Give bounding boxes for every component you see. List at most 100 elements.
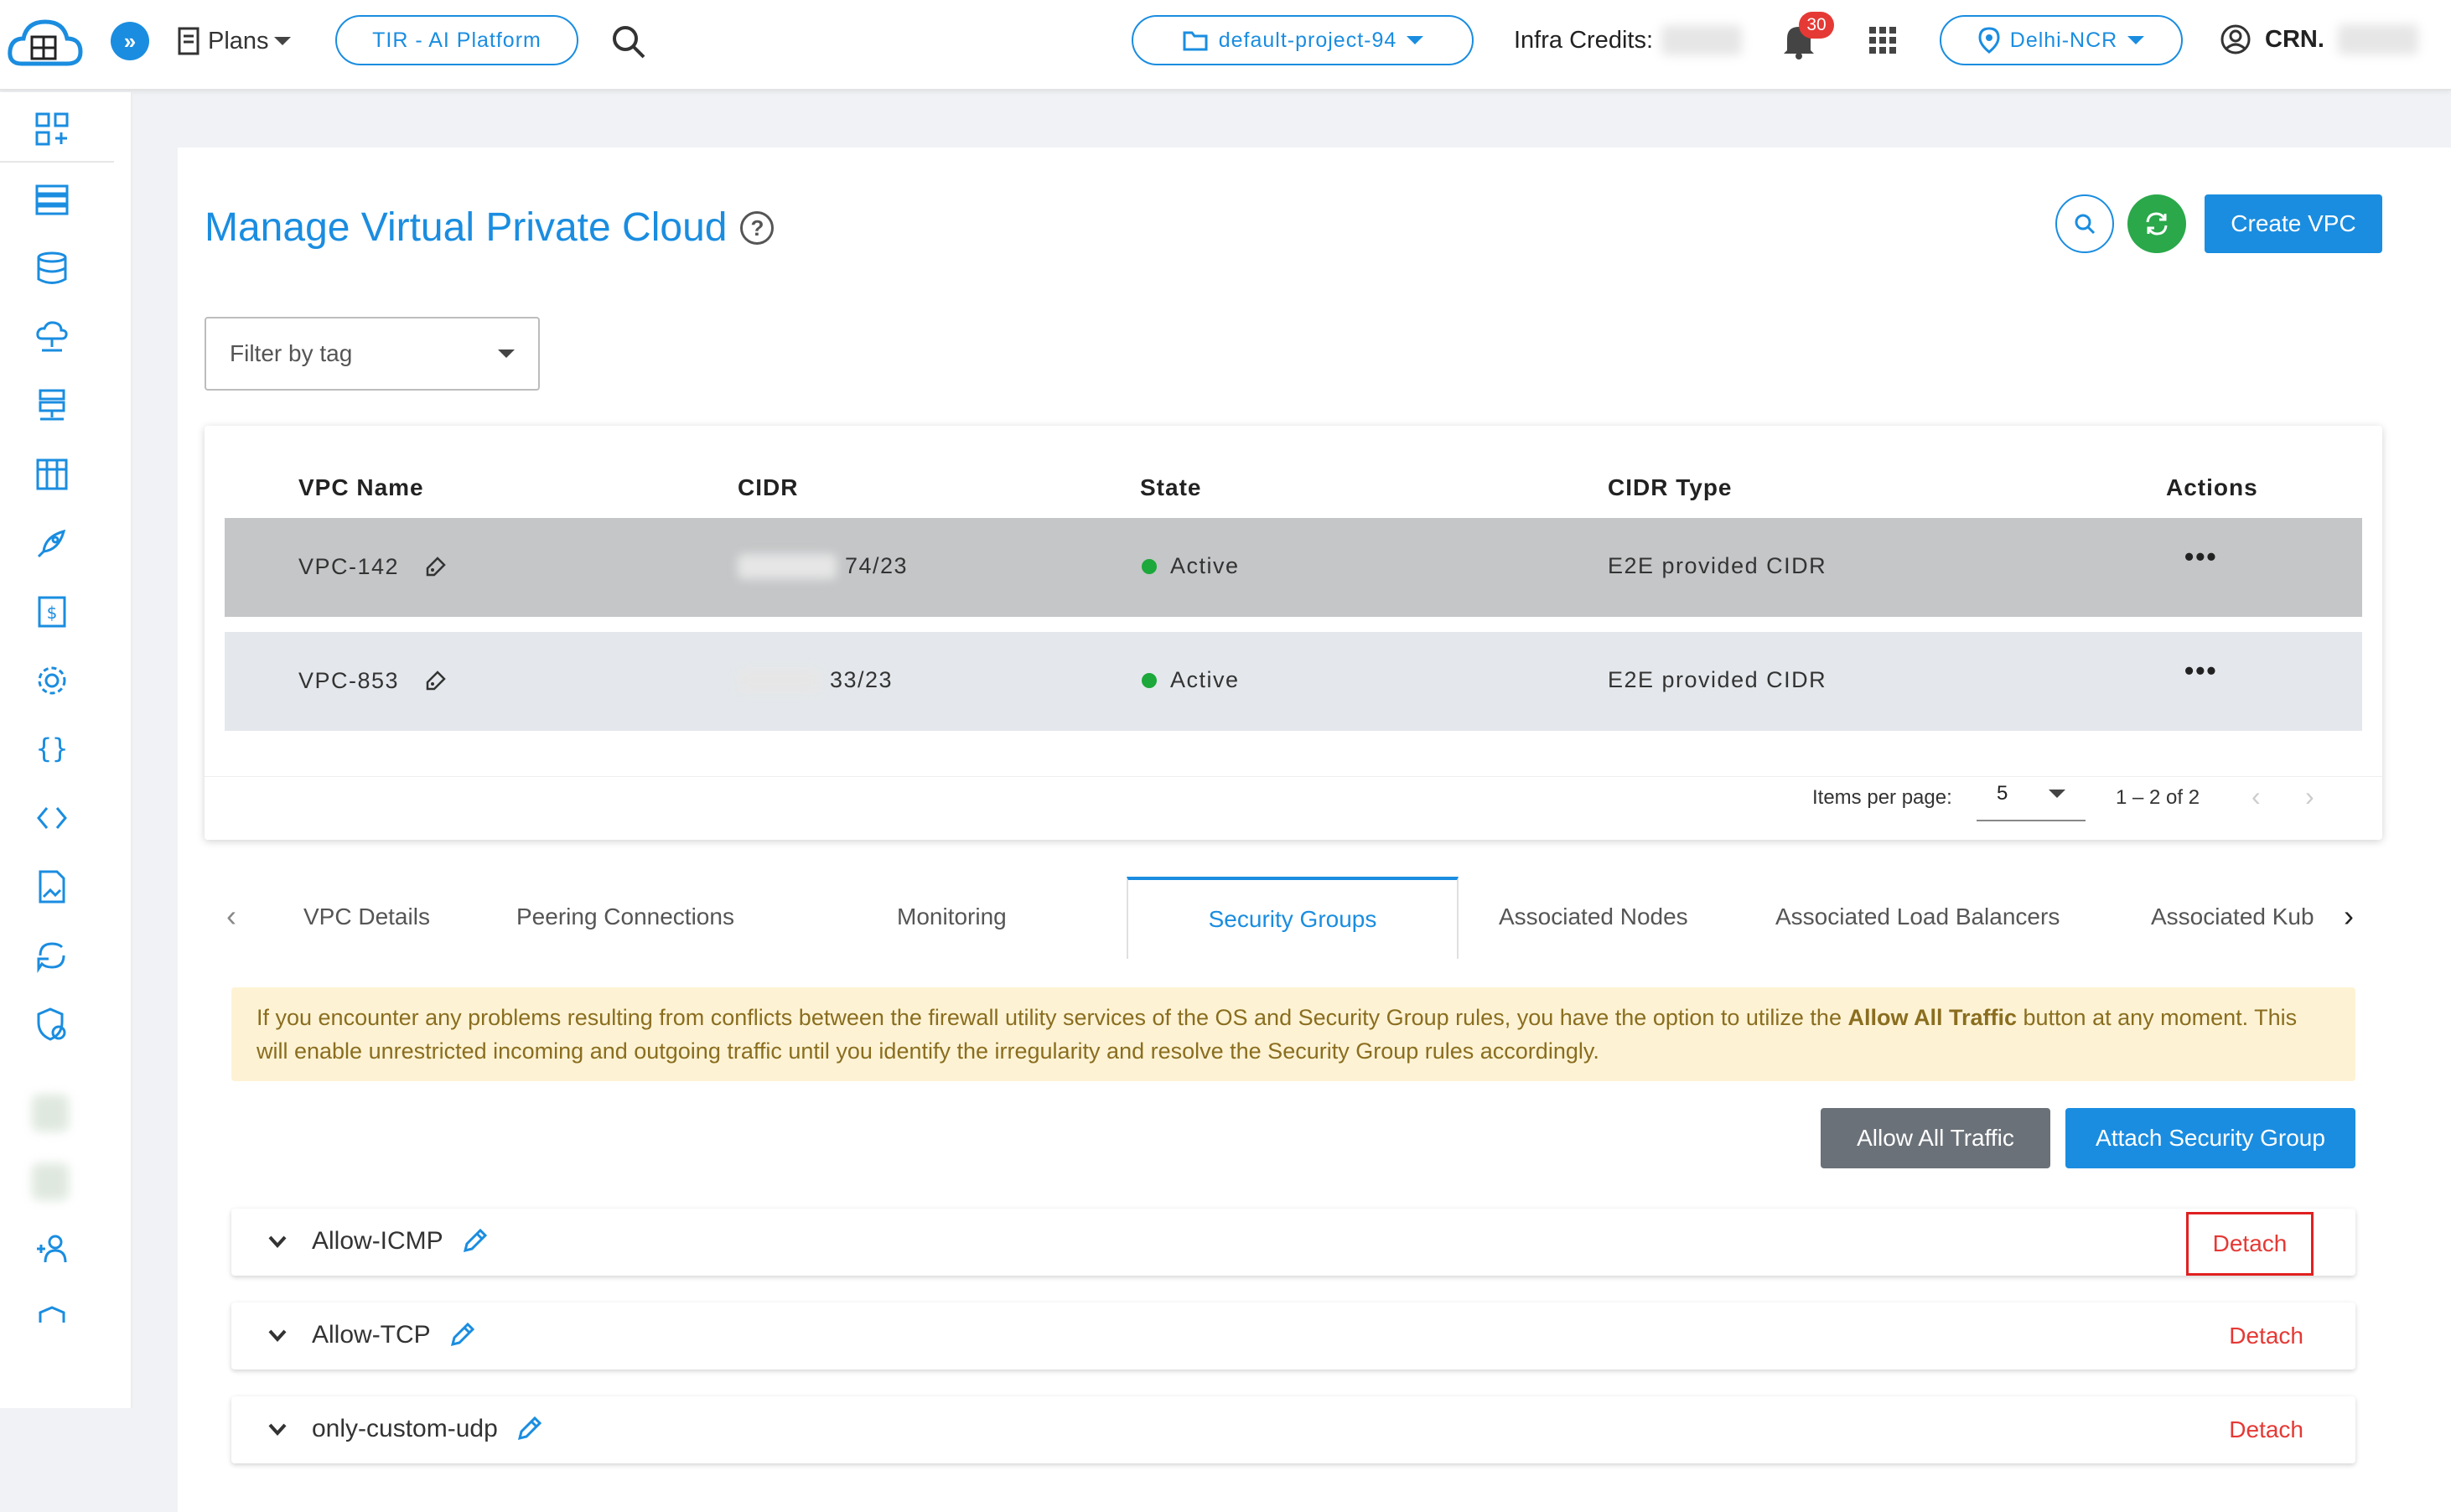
tab-associated-nodes[interactable]: Associated Nodes bbox=[1499, 904, 1688, 930]
tab-peering-connections[interactable]: Peering Connections bbox=[516, 904, 734, 930]
more-actions-icon[interactable]: ••• bbox=[2184, 655, 2218, 686]
expand-sidebar-button[interactable]: » bbox=[111, 22, 149, 60]
security-group-row[interactable]: Allow-ICMP Detach bbox=[231, 1209, 2355, 1276]
svg-text:{}: {} bbox=[36, 733, 69, 764]
tab-monitoring[interactable]: Monitoring bbox=[897, 904, 1007, 930]
vpc-name-cell: VPC-853 bbox=[298, 667, 449, 694]
security-group-name: Allow-TCP bbox=[312, 1321, 431, 1349]
warning-bold-text: Allow All Traffic bbox=[1847, 1005, 2017, 1030]
caret-down-icon bbox=[498, 350, 515, 358]
tab-associated-kubernetes[interactable]: Associated Kub bbox=[2151, 904, 2324, 930]
tab-security-groups[interactable]: Security Groups bbox=[1127, 877, 1459, 959]
dashboard-add-icon[interactable] bbox=[32, 109, 72, 149]
database-icon[interactable] bbox=[32, 248, 72, 288]
pencil-edit-icon[interactable] bbox=[515, 1415, 543, 1443]
infra-credits: Infra Credits: bbox=[1514, 25, 1742, 55]
curly-braces-icon[interactable]: {} bbox=[32, 729, 72, 769]
refresh-icon bbox=[2146, 212, 2168, 236]
detach-button[interactable]: Detach bbox=[2220, 1413, 2312, 1447]
apps-grid-icon[interactable] bbox=[1868, 25, 1898, 55]
crn-label: CRN. bbox=[2265, 25, 2324, 53]
e2e-cloud-logo[interactable] bbox=[5, 12, 84, 77]
project-label: default-project-94 bbox=[1218, 28, 1397, 52]
search-icon bbox=[2075, 214, 2096, 235]
chevron-down-icon[interactable] bbox=[265, 1323, 290, 1348]
chat-refresh-icon[interactable] bbox=[32, 935, 72, 976]
document-icon bbox=[178, 27, 200, 55]
project-selector[interactable]: default-project-94 bbox=[1132, 15, 1474, 65]
table-row[interactable]: VPC-853 33/23 Active E2E provided CIDR •… bbox=[225, 632, 2362, 731]
previous-page-icon[interactable]: ‹ bbox=[2252, 781, 2261, 812]
create-vpc-button[interactable]: Create VPC bbox=[2205, 194, 2382, 253]
search-button[interactable] bbox=[2055, 194, 2114, 253]
tag-edit-icon[interactable] bbox=[422, 667, 449, 694]
state-text: Active bbox=[1170, 553, 1240, 578]
svg-text:$: $ bbox=[47, 603, 58, 623]
vpc-name: VPC-853 bbox=[298, 667, 400, 693]
pencil-edit-icon[interactable] bbox=[448, 1321, 476, 1349]
chevron-down-icon[interactable] bbox=[265, 1229, 290, 1254]
page-title: Manage Virtual Private Cloud ? bbox=[205, 205, 775, 251]
plans-label: Plans bbox=[208, 27, 269, 54]
allow-all-traffic-button[interactable]: Allow All Traffic bbox=[1821, 1108, 2050, 1168]
more-actions-icon[interactable]: ••• bbox=[2184, 541, 2218, 572]
items-per-page-select[interactable]: 5 bbox=[1977, 768, 2086, 821]
tabs-scroll-right-icon[interactable]: › bbox=[2344, 898, 2354, 934]
add-user-icon[interactable] bbox=[32, 1229, 72, 1269]
file-image-icon[interactable] bbox=[32, 867, 72, 907]
tag-edit-icon[interactable] bbox=[422, 553, 449, 580]
help-icon[interactable]: ? bbox=[740, 210, 775, 245]
caret-down-icon bbox=[273, 37, 291, 45]
region-selector[interactable]: Delhi-NCR bbox=[1940, 15, 2183, 65]
column-header-state[interactable]: State bbox=[1140, 474, 1201, 501]
search-icon[interactable] bbox=[610, 23, 647, 60]
servers-icon[interactable] bbox=[32, 179, 72, 220]
column-header-vpc-name[interactable]: VPC Name bbox=[298, 474, 424, 501]
state-cell: Active bbox=[1142, 553, 1240, 579]
attach-security-group-button[interactable]: Attach Security Group bbox=[2065, 1108, 2355, 1168]
plans-menu[interactable]: Plans bbox=[174, 22, 291, 60]
security-group-name: Allow-ICMP bbox=[312, 1227, 443, 1255]
cidr-suffix: 33/23 bbox=[830, 667, 894, 692]
billing-icon[interactable]: $ bbox=[32, 592, 72, 632]
column-header-cidr[interactable]: CIDR bbox=[738, 474, 798, 501]
caret-down-icon bbox=[1407, 36, 1424, 44]
redacted-icon bbox=[32, 1095, 69, 1131]
code-icon[interactable] bbox=[32, 798, 72, 838]
chevron-down-icon[interactable] bbox=[265, 1416, 290, 1442]
items-per-page-label: Items per page: bbox=[1812, 786, 1952, 809]
refresh-button[interactable] bbox=[2127, 194, 2186, 253]
tir-label: TIR - AI Platform bbox=[372, 28, 542, 52]
rocket-icon[interactable] bbox=[32, 523, 72, 563]
detach-button[interactable]: Detach bbox=[2186, 1212, 2314, 1276]
server-network-icon[interactable] bbox=[32, 386, 72, 426]
region-label: Delhi-NCR bbox=[2009, 28, 2118, 52]
security-settings-icon[interactable] bbox=[32, 1004, 72, 1044]
detach-button[interactable]: Detach bbox=[2220, 1319, 2312, 1353]
warning-text-before: If you encounter any problems resulting … bbox=[256, 1005, 1848, 1030]
account-menu[interactable]: CRN. bbox=[2220, 23, 2418, 55]
gear-icon[interactable] bbox=[32, 660, 72, 701]
tabs-scroll-left-icon[interactable]: ‹ bbox=[226, 898, 236, 934]
security-group-row[interactable]: only-custom-udp Detach bbox=[231, 1396, 2355, 1463]
cloud-network-icon[interactable] bbox=[32, 317, 72, 357]
crn-value-redacted bbox=[2337, 24, 2418, 54]
tab-associated-load-balancers[interactable]: Associated Load Balancers bbox=[1775, 904, 2060, 930]
tab-vpc-details[interactable]: VPC Details bbox=[303, 904, 430, 930]
top-bar: » Plans TIR - AI Platform default-projec… bbox=[0, 0, 2451, 91]
security-group-name: only-custom-udp bbox=[312, 1415, 498, 1442]
grid-table-icon[interactable] bbox=[32, 454, 72, 495]
filter-by-tag-select[interactable]: Filter by tag bbox=[205, 317, 540, 391]
next-page-icon[interactable]: › bbox=[2305, 781, 2314, 812]
security-group-row[interactable]: Allow-TCP Detach bbox=[231, 1302, 2355, 1370]
column-header-cidr-type[interactable]: CIDR Type bbox=[1608, 474, 1733, 501]
tir-platform-button[interactable]: TIR - AI Platform bbox=[335, 15, 578, 65]
shield-icon[interactable] bbox=[32, 1294, 72, 1334]
location-pin-icon bbox=[1978, 27, 2000, 54]
vpc-name: VPC-142 bbox=[298, 553, 400, 579]
table-row[interactable]: VPC-142 74/23 Active E2E provided CIDR •… bbox=[225, 518, 2362, 617]
security-group-name-cell: only-custom-udp bbox=[312, 1415, 543, 1443]
sidebar-divider bbox=[0, 161, 114, 163]
pencil-edit-icon[interactable] bbox=[460, 1227, 489, 1256]
user-circle-icon bbox=[2220, 24, 2251, 54]
